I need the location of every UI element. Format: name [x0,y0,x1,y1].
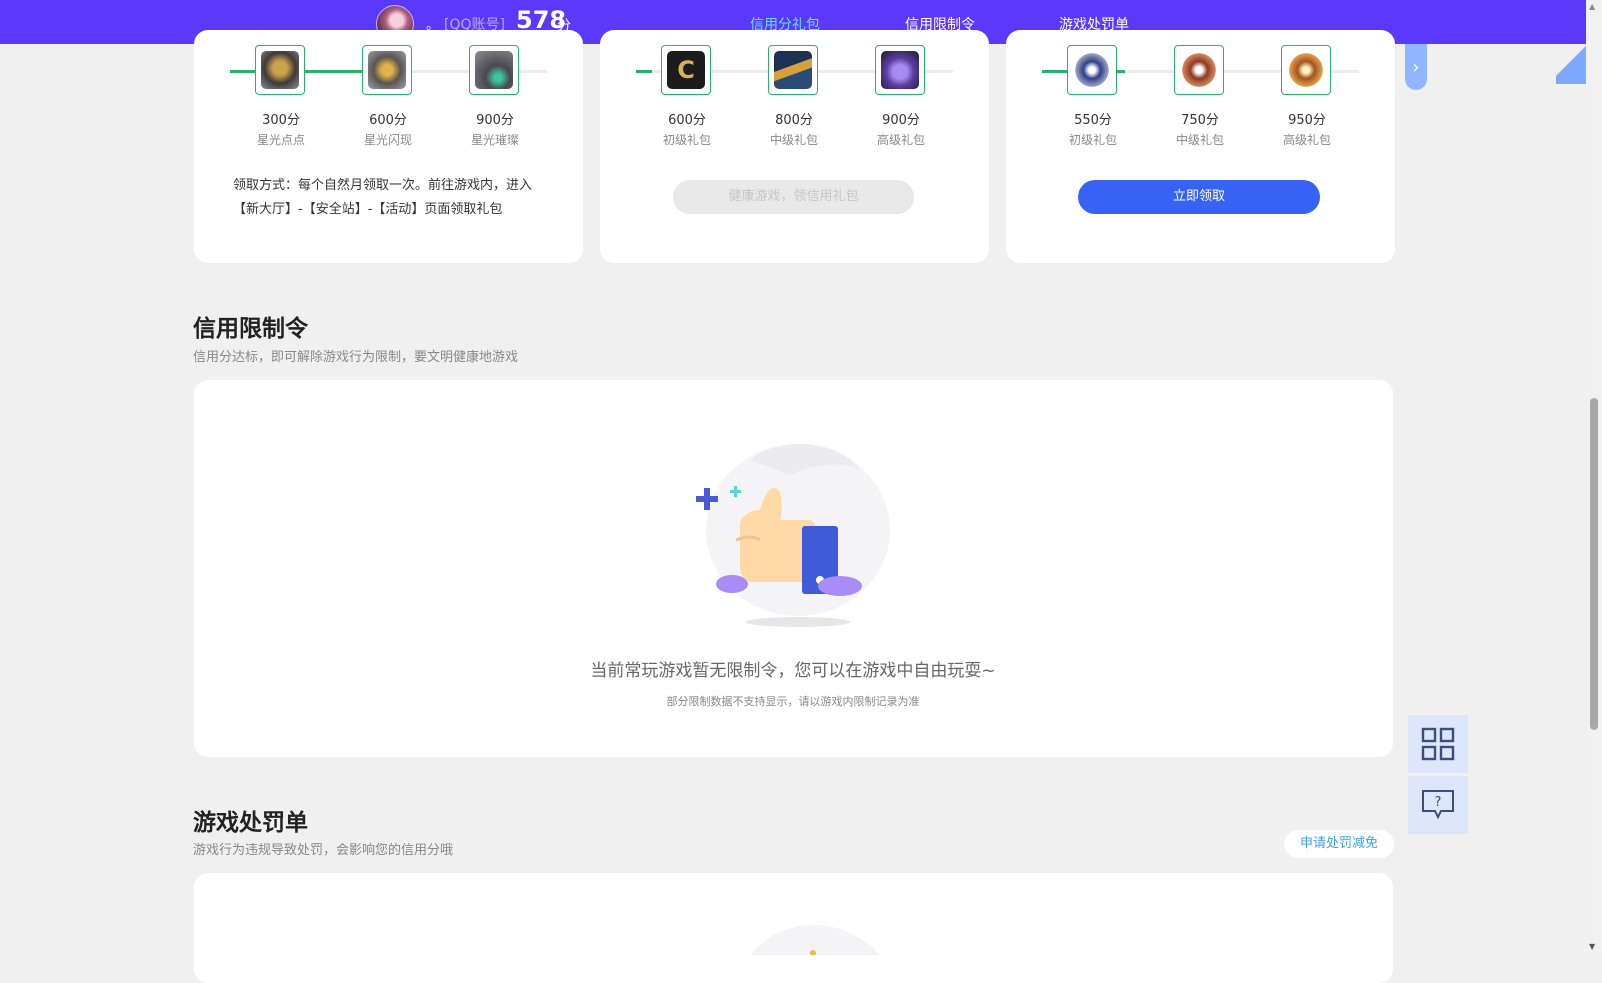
section-subtitle-penalty: 游戏行为违规导致处罚，会影响您的信用分哦 [193,843,454,858]
tier-badge-3[interactable] [875,45,925,95]
scroll-up-icon[interactable]: ▲ [1589,2,1595,11]
tier-badge-2[interactable] [768,45,818,95]
treasure-chest-icon [881,51,919,89]
tier-badge-1[interactable] [255,45,305,95]
tier-badge-1[interactable]: C [661,45,711,95]
claim-now-button[interactable]: 立即领取 [1078,180,1320,214]
penalty-illustration [750,924,880,955]
tier-name: 初级礼包 [1068,133,1117,147]
tier-badge-2[interactable] [362,45,412,95]
tier-points: 600分 [369,113,407,128]
tier-name: 星光璀璨 [470,133,519,147]
tier-points: 800分 [775,113,813,128]
qr-code-button[interactable] [1408,715,1468,773]
svg-text:?: ? [1435,795,1442,810]
empty-state-message: 当前常玩游戏暂无限制令，您可以在游戏中自由玩耍~ [590,661,996,681]
tier-name: 中级礼包 [769,133,818,147]
rifle-xp-icon [774,51,812,89]
progress-fill [636,70,652,73]
tier-name: 星光闪现 [363,133,412,147]
tier-badge-3[interactable] [469,45,519,95]
bronze-rank-badge-icon [1180,51,1218,89]
tier-name: 星光点点 [256,133,305,147]
tier-points: 750分 [1181,113,1219,128]
tier-points: 900分 [476,113,514,128]
section-title-penalty: 游戏处罚单 [193,810,308,836]
carousel-next-button[interactable]: › [1405,44,1427,90]
gold-mech-icon [261,51,299,89]
tier-points: 900分 [882,113,920,128]
gold-armor-icon [368,51,406,89]
tier-points: 300分 [262,113,300,128]
tier-badge-1[interactable] [1067,45,1117,95]
section-title-restriction: 信用限制令 [193,316,308,342]
tier-points: 550分 [1074,113,1112,128]
section-subtitle-restriction: 信用分达标，即可解除游戏行为限制，要文明健康地游戏 [193,350,519,365]
chevron-right-icon: › [1412,56,1420,78]
dark-mech-icon [475,51,513,89]
silver-rank-badge-icon [1073,51,1111,89]
scroll-down-icon[interactable]: ▼ [1589,942,1595,951]
qr-code-icon [1421,727,1455,761]
thumbs-up-illustration [696,443,890,627]
page-scrollbar-thumb[interactable] [1590,398,1598,730]
tier-badge-3[interactable] [1281,45,1331,95]
tier-name: 初级礼包 [662,133,711,147]
corner-decoration [1556,44,1586,84]
claim-instructions: 领取方式：每个自然月领取一次。前往游戏内，进入【新大厅】-【安全站】-【活动】页… [233,178,533,217]
apply-penalty-reduction-link[interactable]: 申请处罚减免 [1284,830,1394,858]
tier-points: 950分 [1288,113,1326,128]
gold-rank-badge-icon [1287,51,1325,89]
c-emblem-icon: C [667,51,705,89]
claim-gift-button-disabled[interactable]: 健康游戏，领信用礼包 [673,180,914,214]
empty-state-note: 部分限制数据不支持显示，请以游戏内限制记录为准 [666,695,920,708]
tier-name: 高级礼包 [1282,133,1331,147]
tier-points: 600分 [668,113,706,128]
tier-name: 高级礼包 [876,133,925,147]
help-button[interactable]: ? [1408,776,1468,834]
help-chat-icon: ? [1422,790,1454,820]
tier-name: 中级礼包 [1175,133,1224,147]
tier-badge-2[interactable] [1174,45,1224,95]
